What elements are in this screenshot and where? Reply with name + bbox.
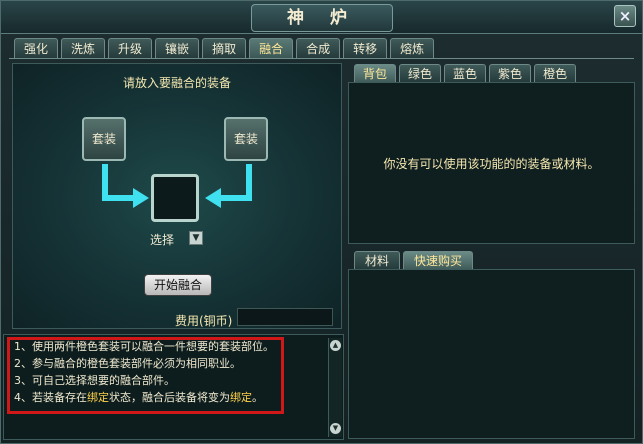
fee-value [237, 308, 333, 326]
info-scrollbar[interactable]: ▲ ▼ [328, 338, 342, 437]
tab-strengthen[interactable]: 强化 [14, 38, 59, 59]
function-tabs: 强化 洗炼 升级 镶嵌 摘取 融合 合成 转移 熔炼 [14, 38, 435, 59]
inventory-tabs: 背包 绿色 蓝色 紫色 橙色 [354, 64, 577, 83]
result-slot[interactable] [151, 174, 199, 222]
tab-divider [9, 58, 634, 59]
tab-fusion[interactable]: 融合 [249, 38, 294, 59]
forge-window: 神 炉 × 强化 洗炼 升级 镶嵌 摘取 融合 合成 转移 熔炼 请放入要融合的… [0, 0, 643, 444]
tab-orange[interactable]: 橙色 [534, 64, 577, 83]
close-icon[interactable]: × [614, 5, 636, 27]
tab-materials[interactable]: 材料 [354, 251, 401, 270]
tab-bag[interactable]: 背包 [354, 64, 397, 83]
select-label: 选择 [150, 233, 175, 247]
scroll-down-icon[interactable]: ▼ [330, 423, 341, 434]
window-title: 神 炉 [251, 4, 393, 32]
tab-extract[interactable]: 摘取 [202, 38, 247, 59]
tab-transfer[interactable]: 转移 [343, 38, 388, 59]
tab-blue[interactable]: 蓝色 [444, 64, 487, 83]
title-bar[interactable]: 神 炉 × [1, 1, 642, 34]
right-suit-slot[interactable]: 套装 [224, 117, 268, 161]
tab-quick-buy[interactable]: 快速购买 [403, 251, 474, 270]
tab-green[interactable]: 绿色 [399, 64, 442, 83]
tab-upgrade[interactable]: 升级 [108, 38, 153, 59]
material-list[interactable] [348, 269, 635, 439]
chevron-down-icon[interactable]: ▼ [189, 231, 203, 245]
tab-purple[interactable]: 紫色 [489, 64, 532, 83]
left-suit-slot[interactable]: 套装 [82, 117, 126, 161]
scroll-up-icon[interactable]: ▲ [330, 340, 341, 351]
inventory-list[interactable]: 你没有可以使用该功能的的装备或材料。 [348, 82, 635, 244]
fee-label: 费用(铜币) [175, 314, 233, 328]
tab-refine[interactable]: 洗炼 [61, 38, 106, 59]
tab-smelt[interactable]: 熔炼 [390, 38, 435, 59]
tab-combine[interactable]: 合成 [296, 38, 341, 59]
fusion-panel: 请放入要融合的装备 套装 套装 选择 ▼ 开始融合 费用(铜币) [12, 63, 342, 329]
empty-message: 你没有可以使用该功能的的装备或材料。 [383, 157, 600, 171]
highlight-box [7, 337, 284, 414]
start-fusion-button[interactable]: 开始融合 [144, 274, 212, 296]
tab-inlay[interactable]: 镶嵌 [155, 38, 200, 59]
material-tabs: 材料 快速购买 [354, 251, 474, 270]
